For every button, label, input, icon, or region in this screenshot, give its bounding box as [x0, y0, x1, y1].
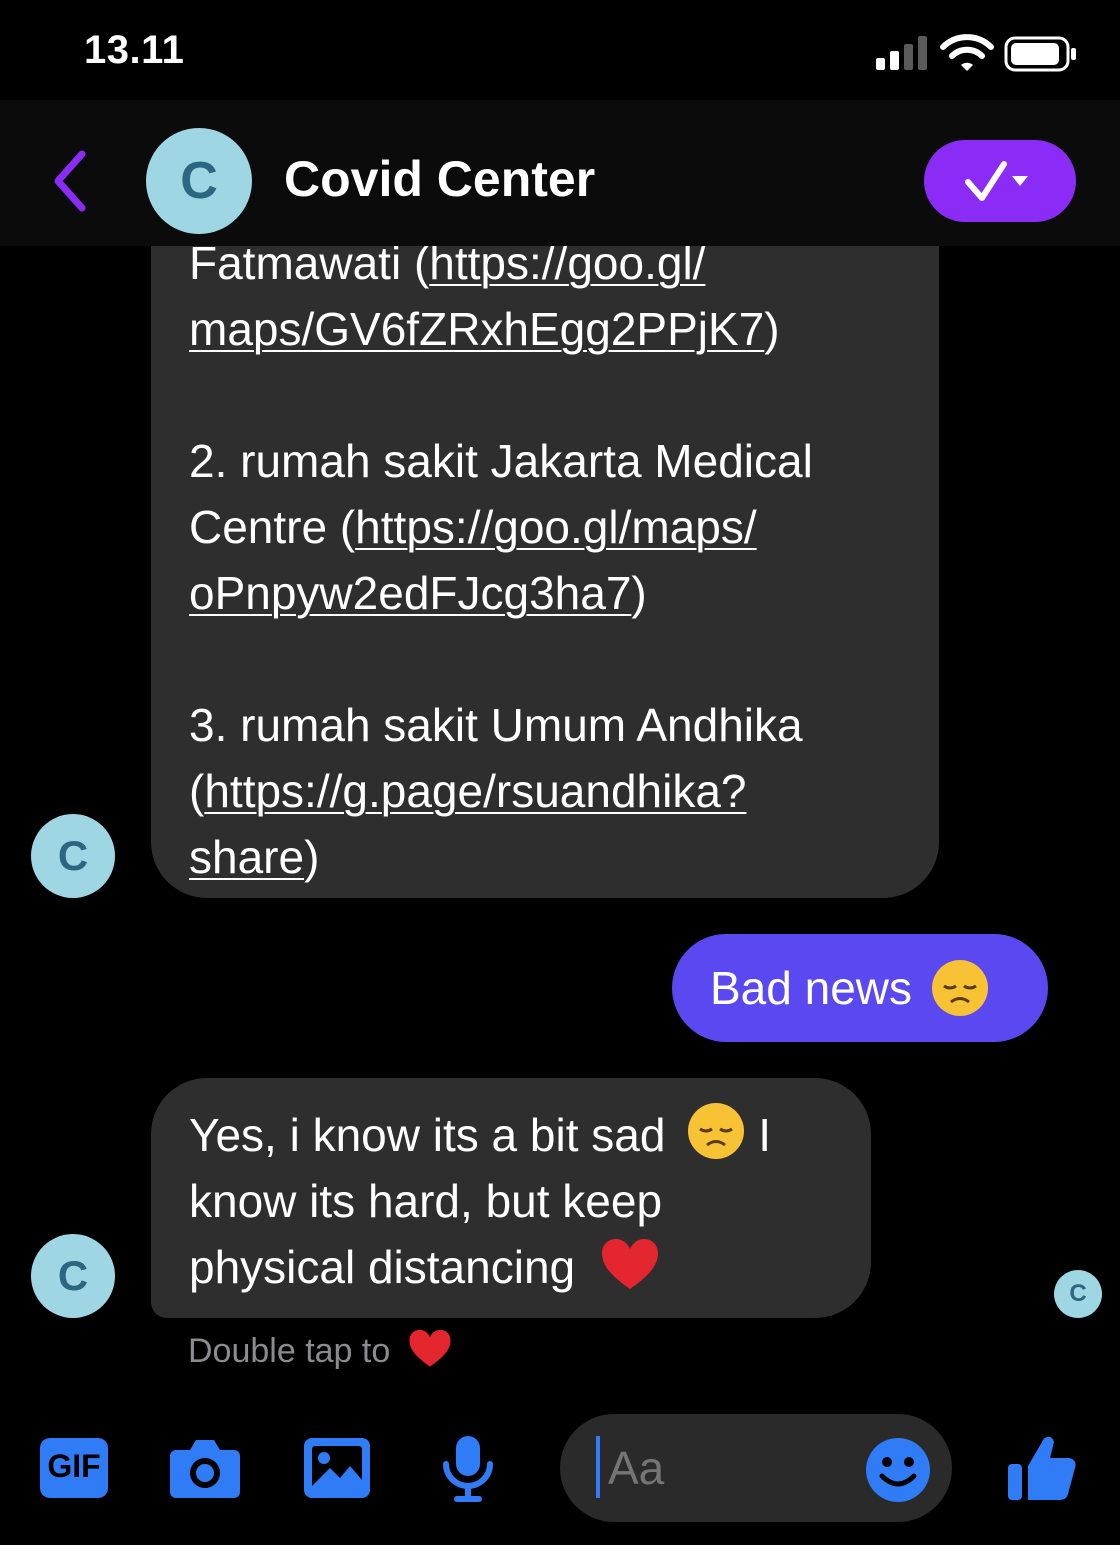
back-chevron-icon[interactable]: [46, 146, 96, 216]
message-text: Yes, i know its a bit sad I know its har…: [189, 1102, 849, 1300]
message-text-line: ): [304, 831, 320, 883]
incoming-message-bubble[interactable]: Yes, i know its a bit sad I know its har…: [151, 1078, 871, 1318]
message-text: Bad news: [710, 962, 913, 1014]
message-text-line: ): [764, 303, 780, 355]
battery-icon: [1004, 36, 1076, 72]
gif-label: GIF: [47, 1448, 101, 1484]
message-text-line: I: [758, 1109, 772, 1161]
contact-name[interactable]: Covid Center: [284, 150, 595, 208]
maps-link[interactable]: oPnpyw2edFJcg3ha7: [189, 567, 631, 619]
page-link[interactable]: share: [189, 831, 304, 883]
page-link[interactable]: https://g.page/rsuandhika?: [204, 765, 746, 817]
message-input[interactable]: [606, 1440, 810, 1496]
message-text-line: Yes, i know its a bit sad: [189, 1109, 666, 1161]
message-text-line: physical distancing: [189, 1241, 576, 1293]
message-text-line: ): [631, 567, 647, 619]
red-heart-emoji-icon: [601, 1239, 658, 1289]
list-item: 3. rumah sakit Umum Andhika: [189, 699, 803, 751]
text-cursor: [596, 1436, 600, 1498]
hint-text: Double tap to: [188, 1332, 391, 1370]
sender-avatar[interactable]: C: [31, 1234, 115, 1318]
contact-avatar[interactable]: C: [146, 128, 252, 234]
list-item: 2. rumah sakit Jakarta Medical: [189, 435, 813, 487]
message-text-line: know its hard, but keep: [189, 1175, 663, 1227]
gif-button[interactable]: GIF: [38, 1436, 110, 1500]
verified-menu-button[interactable]: [924, 140, 1076, 222]
incoming-message-bubble[interactable]: Fatmawati (https://goo.gl/ maps/GV6fZRxh…: [151, 180, 939, 898]
emoji-picker-icon[interactable]: [864, 1436, 932, 1504]
message-text-line: (: [189, 765, 205, 817]
disappointed-face-emoji-icon: [932, 960, 989, 1016]
maps-link[interactable]: https://goo.gl/maps/: [355, 501, 756, 553]
sender-avatar[interactable]: C: [31, 814, 115, 898]
message-text-line: Centre (: [189, 501, 356, 553]
message-text: Fatmawati (https://goo.gl/ maps/GV6fZRxh…: [189, 230, 919, 890]
checkmark-dropdown-icon: [965, 161, 1028, 201]
outgoing-message-bubble[interactable]: Bad news: [672, 934, 1048, 1042]
disappointed-face-emoji-icon: [688, 1103, 745, 1159]
maps-link[interactable]: maps/GV6fZRxhEgg2PPjK7: [189, 303, 764, 355]
seen-indicator-avatar: C: [1054, 1270, 1102, 1318]
camera-icon[interactable]: [168, 1436, 242, 1500]
reaction-hint: Double tap to: [188, 1328, 452, 1371]
microphone-icon[interactable]: [440, 1436, 496, 1504]
red-heart-emoji-icon[interactable]: [408, 1328, 452, 1370]
thumbs-up-icon[interactable]: [1006, 1430, 1078, 1502]
photo-gallery-icon[interactable]: [302, 1436, 372, 1500]
wifi-icon: [940, 34, 994, 71]
cellular-signal-icon: [876, 36, 927, 70]
status-time: 13.11: [84, 28, 185, 72]
